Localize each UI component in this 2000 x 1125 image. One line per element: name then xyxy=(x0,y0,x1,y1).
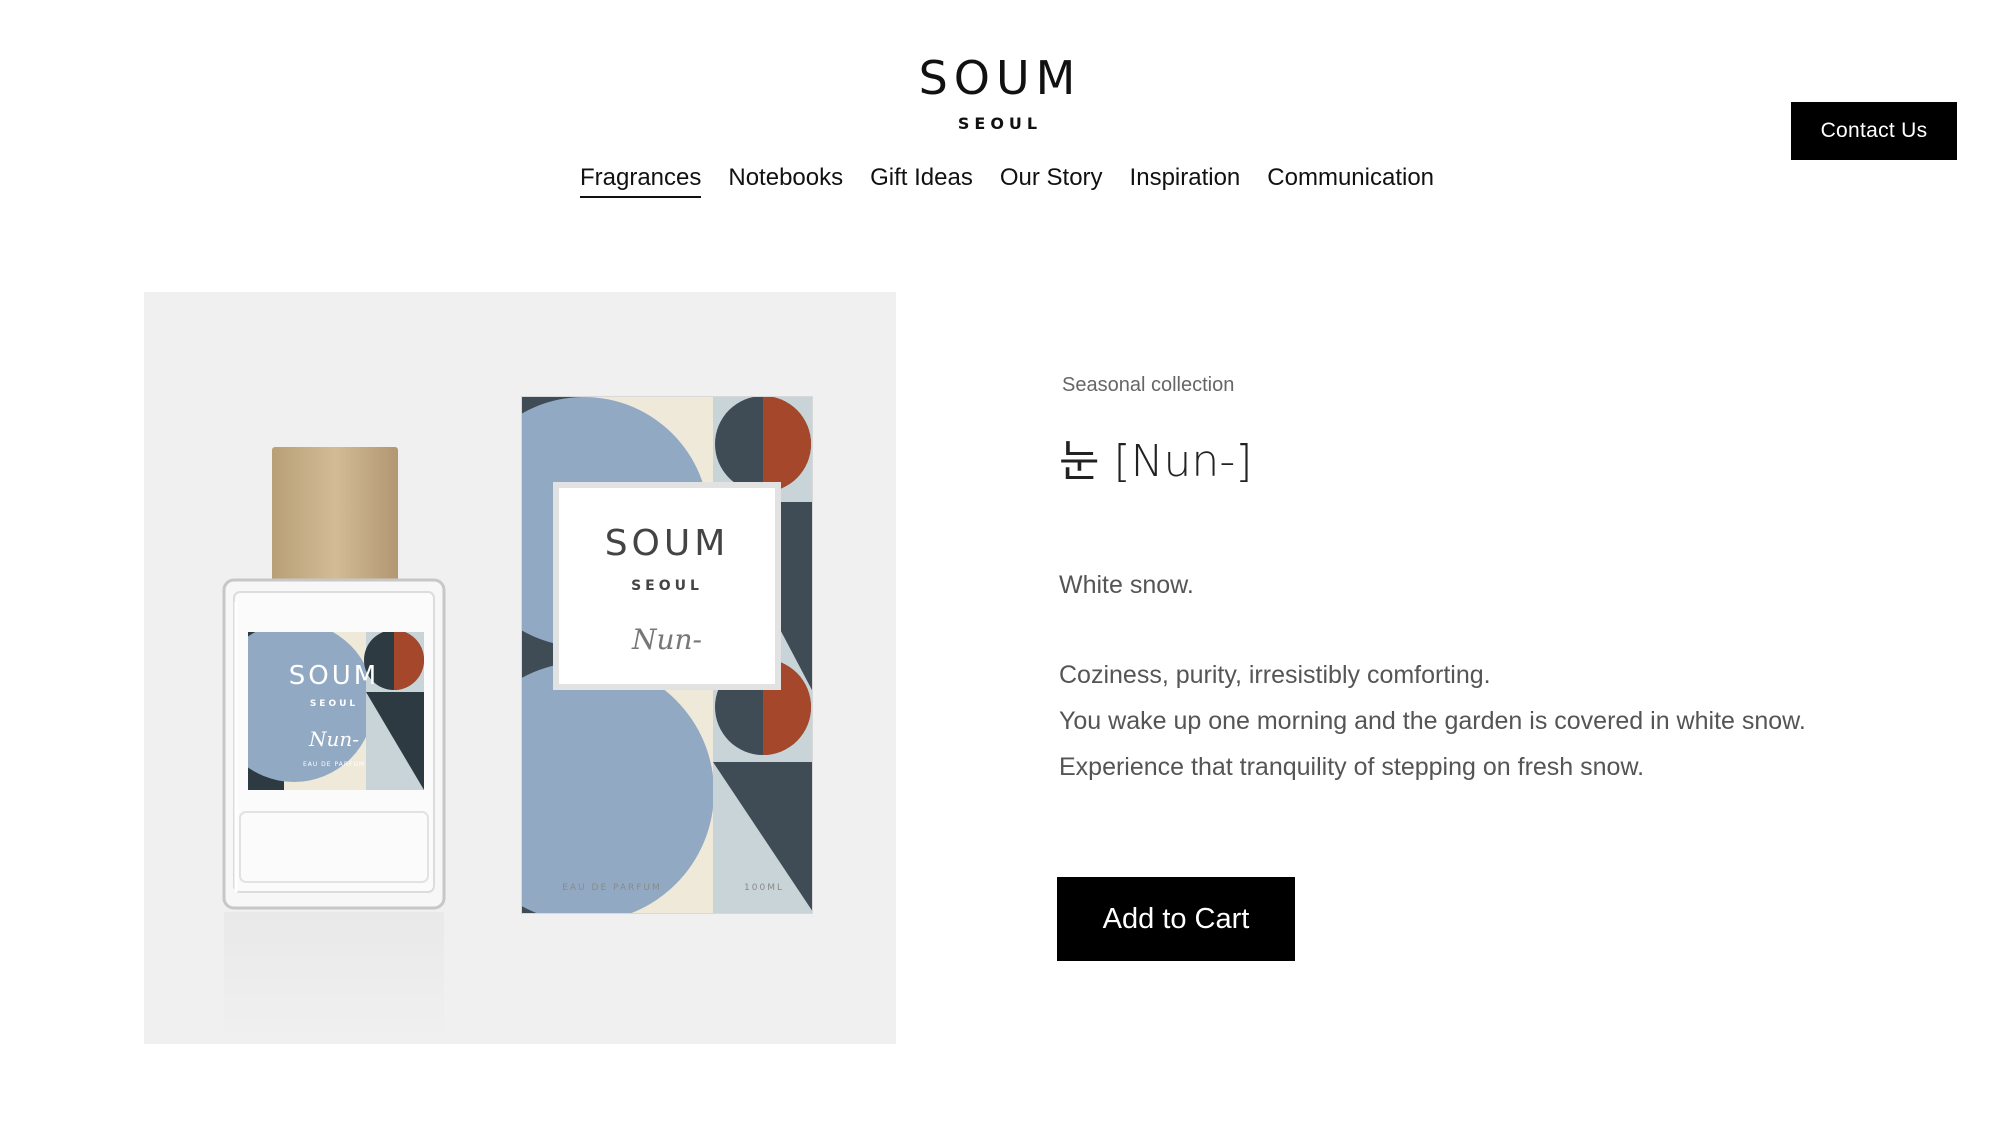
box-type: EAU DE PARFUM xyxy=(562,883,662,893)
product-image[interactable]: SOUM SEOUL Nun- EAU DE PARFUM 100ML SOUM… xyxy=(144,292,896,1044)
description-line: You wake up one morning and the garden i… xyxy=(1059,707,1806,735)
box-city: SEOUL xyxy=(631,578,703,594)
bottle-type: EAU DE PARFUM xyxy=(303,761,365,768)
perfume-illustration: SOUM SEOUL Nun- EAU DE PARFUM 100ML SOUM… xyxy=(222,396,813,1044)
product-title: 눈 [Nun-] xyxy=(1059,436,1253,487)
nav-item-our-story[interactable]: Our Story xyxy=(1000,164,1103,198)
bottle-cap xyxy=(272,447,398,583)
nav-item-inspiration[interactable]: Inspiration xyxy=(1130,164,1241,198)
brand-logo[interactable]: SOUM SEOUL xyxy=(0,52,2000,133)
nav-item-fragrances[interactable]: Fragrances xyxy=(579,164,702,198)
add-to-cart-button[interactable]: Add to Cart xyxy=(1057,877,1295,961)
logo-wordmark: SOUM xyxy=(918,51,1082,105)
bottle-city: SEOUL xyxy=(310,699,358,709)
collection-label: Seasonal collection xyxy=(1062,374,1235,396)
nav-item-notebooks[interactable]: Notebooks xyxy=(728,164,843,198)
description-line: Experience that tranquility of stepping … xyxy=(1059,753,1645,781)
contact-us-button[interactable]: Contact Us xyxy=(1791,102,1957,160)
main-nav: Fragrances Notebooks Gift Ideas Our Stor… xyxy=(0,164,2000,198)
box-brand: SOUM xyxy=(605,523,730,564)
bottle-brand: SOUM xyxy=(289,661,379,691)
description-line: Coziness, purity, irresistibly comfortin… xyxy=(1059,661,1491,689)
product-description: White snow. Coziness, purity, irresistib… xyxy=(1059,562,1806,790)
perfume-bottle: SOUM SEOUL Nun- EAU DE PARFUM xyxy=(222,447,446,1044)
bottle-scent: Nun- xyxy=(308,727,359,751)
logo-city: SEOUL xyxy=(957,114,1043,133)
nav-item-gift-ideas[interactable]: Gift Ideas xyxy=(870,164,973,198)
nav-item-communication[interactable]: Communication xyxy=(1267,164,1434,198)
box-scent: Nun- xyxy=(631,623,702,656)
description-tagline: White snow. xyxy=(1059,571,1194,599)
bottle-reflection xyxy=(224,912,444,1044)
box-volume: 100ML xyxy=(744,883,784,893)
